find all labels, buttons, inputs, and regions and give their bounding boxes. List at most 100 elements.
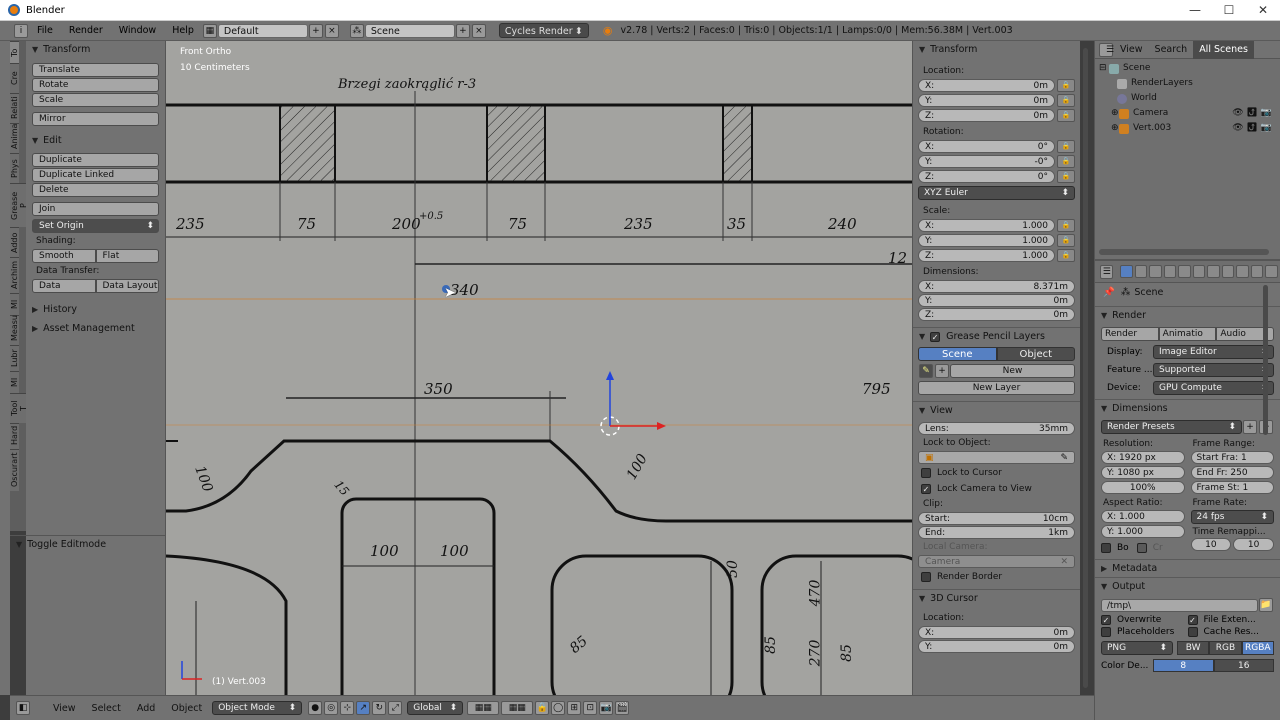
render-preview-icon[interactable]: 📷: [599, 701, 614, 715]
rotation-mode-select[interactable]: XYZ Euler ⬍: [918, 186, 1075, 200]
resolution-y-field[interactable]: Y: 1080 px: [1101, 466, 1185, 479]
lock-object-field[interactable]: ▣ ✎: [918, 451, 1075, 464]
eyedropper-icon[interactable]: ✎: [1060, 452, 1068, 463]
visibility-icons[interactable]: 👁 ⤴ 📷: [1232, 121, 1272, 136]
close-button[interactable]: ✕: [1246, 0, 1280, 21]
modifiers-tab-icon[interactable]: [1207, 265, 1220, 278]
add-scene-icon[interactable]: +: [455, 23, 470, 38]
outliner-item-camera[interactable]: ⊕ Camera 👁 ⤴ 📷: [1099, 106, 1276, 121]
menu-select[interactable]: Select: [84, 703, 129, 714]
time-old-field[interactable]: 10: [1190, 538, 1232, 551]
clip-end-field[interactable]: End: 1km: [918, 526, 1075, 539]
cache-result-checkbox[interactable]: Cache Res...: [1187, 627, 1275, 637]
menu-add[interactable]: Add: [129, 703, 163, 714]
proportional-edit-icon[interactable]: ◯: [551, 701, 566, 715]
frame-rate-select[interactable]: 24 fps ⬍: [1190, 510, 1274, 524]
outliner-item-vert[interactable]: ⊕ Vert.003 👁 ⤴ 📷: [1099, 121, 1276, 136]
local-camera-field[interactable]: Camera ✕: [918, 555, 1075, 568]
rotation-x-field[interactable]: X: 0°: [918, 140, 1055, 153]
layers-grid-icon-2[interactable]: ▦▦: [501, 701, 534, 715]
asset-management-section-header[interactable]: ▶ Asset Management: [26, 320, 165, 337]
texture-tab-icon[interactable]: [1250, 265, 1264, 278]
duplicate-button[interactable]: Duplicate: [32, 153, 159, 167]
gp-object-toggle[interactable]: Object: [996, 347, 1075, 361]
start-frame-field[interactable]: Start Fra: 1: [1190, 451, 1274, 464]
tab-animation[interactable]: Anima: [10, 123, 19, 153]
gp-new-button[interactable]: New: [950, 364, 1075, 378]
overwrite-checkbox[interactable]: ✓ Overwrite: [1101, 615, 1188, 625]
aspect-y-field[interactable]: Y: 1.000: [1101, 525, 1185, 538]
translate-manipulator-icon[interactable]: ↗: [356, 701, 371, 715]
border-checkbox[interactable]: [1101, 543, 1111, 553]
join-button[interactable]: Join: [32, 202, 159, 216]
particles-tab-icon[interactable]: [1265, 265, 1278, 278]
display-select[interactable]: Image Editor⬍: [1153, 345, 1274, 359]
pin-icon[interactable]: 📌: [1103, 287, 1115, 298]
color-depth-8-toggle[interactable]: 8: [1153, 659, 1214, 672]
add-icon[interactable]: +: [935, 364, 949, 378]
layout-field[interactable]: Default: [217, 23, 308, 38]
tab-relations[interactable]: Relati: [10, 93, 19, 123]
constraints-tab-icon[interactable]: [1192, 265, 1206, 278]
n-panel-scrollbar[interactable]: [1083, 48, 1088, 688]
render-tab-icon[interactable]: [1120, 265, 1133, 278]
mirror-button[interactable]: Mirror: [32, 112, 159, 126]
maximize-button[interactable]: ☐: [1212, 0, 1246, 21]
outliner-search-menu[interactable]: Search: [1149, 44, 1194, 55]
flat-button[interactable]: Flat: [95, 249, 159, 263]
layers-grid-icon[interactable]: ▦▦: [467, 701, 500, 715]
history-section-header[interactable]: ▶ History: [26, 301, 165, 318]
tab-addons[interactable]: Addo: [10, 227, 19, 257]
end-frame-field[interactable]: End Fr: 250: [1190, 466, 1274, 479]
render-button[interactable]: Render: [1101, 327, 1159, 341]
scene-field[interactable]: Scene: [364, 23, 455, 38]
menu-view[interactable]: View: [45, 703, 84, 714]
tab-mi-2[interactable]: MI: [10, 371, 19, 393]
3d-cursor-header[interactable]: ▼ 3D Cursor: [913, 589, 1080, 607]
transform-orientation-select[interactable]: Global ⬍: [407, 701, 464, 715]
tab-physics[interactable]: Phys: [10, 153, 19, 183]
gp-new-layer-button[interactable]: New Layer: [918, 381, 1075, 395]
editor-type-icon[interactable]: ◧: [16, 701, 30, 715]
lock-icon[interactable]: 🔒: [1057, 79, 1075, 92]
add-layout-icon[interactable]: +: [308, 23, 323, 38]
pivot-point-icon[interactable]: ◎: [324, 701, 339, 715]
resolution-percent-field[interactable]: 100%: [1101, 481, 1185, 494]
rotation-z-field[interactable]: Z: 0°: [918, 170, 1055, 183]
edit-section-header[interactable]: ▼ Edit: [26, 132, 165, 149]
menu-object[interactable]: Object: [163, 703, 210, 714]
scale-manipulator-icon[interactable]: ⤢: [388, 701, 403, 715]
outliner-item-world[interactable]: World: [1099, 91, 1276, 106]
interaction-mode-select[interactable]: Object Mode ⬍: [212, 701, 303, 715]
color-rgba-toggle[interactable]: RGBA: [1241, 641, 1274, 655]
tab-lubr[interactable]: Lubr: [10, 345, 19, 371]
translate-button[interactable]: Translate: [32, 63, 159, 77]
dimensions-y-field[interactable]: Y: 0m: [918, 294, 1075, 307]
data-button[interactable]: Data: [32, 279, 96, 293]
render-border-checkbox[interactable]: Render Border: [913, 569, 1080, 585]
aspect-x-field[interactable]: X: 1.000: [1101, 510, 1185, 523]
tab-hard[interactable]: Hard: [10, 423, 19, 449]
lock-camera-to-view-checkbox[interactable]: ✓ Lock Camera to View: [913, 481, 1080, 497]
set-origin-dropdown[interactable]: Set Origin ⬍: [32, 219, 159, 233]
scale-x-field[interactable]: X: 1.000: [918, 219, 1055, 232]
delete-button[interactable]: Delete: [32, 183, 159, 197]
render-engine-select[interactable]: Cycles Render ⬍: [498, 23, 589, 38]
lock-icon[interactable]: 🔒: [1057, 109, 1075, 122]
lock-icon[interactable]: 🔒: [1057, 155, 1075, 168]
tab-archimesh[interactable]: Archim: [10, 257, 19, 293]
transform-panel-header[interactable]: ▼ Transform: [913, 41, 1080, 58]
lock-icon[interactable]: 🔒: [1057, 219, 1075, 232]
color-depth-16-toggle[interactable]: 16: [1213, 659, 1274, 672]
data-layout-button[interactable]: Data Layout: [95, 279, 159, 293]
render-panel-header[interactable]: ▼ Render: [1095, 306, 1280, 324]
tab-mi[interactable]: MI: [10, 293, 19, 315]
snap-element-icon[interactable]: ⊡: [583, 701, 598, 715]
location-x-field[interactable]: X: 0m: [918, 79, 1055, 92]
frame-step-field[interactable]: Frame St: 1: [1190, 481, 1274, 494]
minimize-button[interactable]: —: [1178, 0, 1212, 21]
lock-icon[interactable]: 🔒: [1057, 234, 1075, 247]
dimensions-z-field[interactable]: Z: 0m: [918, 308, 1075, 321]
lock-icon[interactable]: 🔒: [1057, 94, 1075, 107]
output-panel-header[interactable]: ▼ Output: [1095, 577, 1280, 595]
